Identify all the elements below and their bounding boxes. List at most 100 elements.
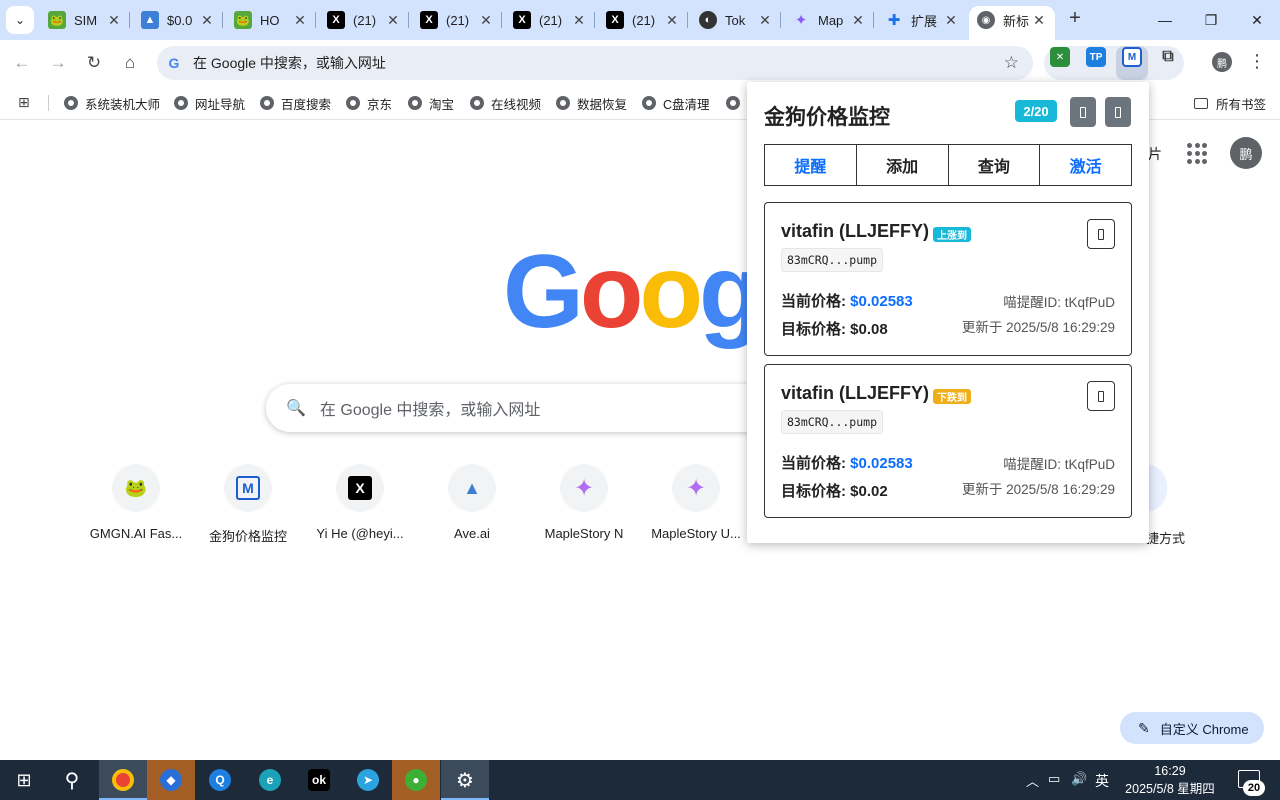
restore-button[interactable]: ❐ [1188,0,1234,40]
current-price-row: 当前价格: $0.02583 [781,290,913,311]
google-apps-icon[interactable] [1187,143,1209,165]
reload-button[interactable]: ↻ [80,49,108,77]
taskbar-app-3[interactable]: ok [295,760,343,800]
sparkle-icon: ✦ [672,464,720,512]
apps-grid-icon[interactable]: ⊞ [18,94,30,111]
ntp-avatar[interactable]: 鹏 [1230,137,1262,169]
network-icon[interactable]: ▭ [1048,771,1060,787]
bookmark-item[interactable]: C盘清理 [642,94,710,112]
bookmark-item[interactable]: 系统装机大师 [64,94,160,112]
tab-ho[interactable]: 🐸 HO ✕ [226,6,316,34]
tab-ave[interactable]: ▲ $0.0 ✕ [133,6,223,34]
shortcut-maplestory-n[interactable]: ✦ MapleStory N [528,464,640,541]
close-icon[interactable]: ✕ [664,12,680,29]
taskbar-app-2[interactable]: Q [196,760,244,800]
taskbar-chrome[interactable] [99,760,147,800]
home-button[interactable]: ⌂ [116,49,144,77]
tab-x-4[interactable]: X (21) ✕ [598,6,688,34]
token-address[interactable]: 83mCRQ...pump [781,248,884,272]
box-icon [1098,390,1104,402]
token-address[interactable]: 83mCRQ...pump [781,410,884,434]
shortcut-gmgn[interactable]: 🐸 GMGN.AI Fas... [80,464,192,541]
close-icon[interactable]: ✕ [943,12,959,29]
shortcut-ave[interactable]: ▲ Ave.ai [416,464,528,541]
tab-query[interactable]: 查询 [947,144,1041,186]
bookmark-item[interactable]: 网址导航 [174,94,245,112]
close-window-button[interactable]: ✕ [1234,0,1280,40]
close-icon[interactable]: ✕ [478,12,494,29]
close-icon[interactable]: ✕ [757,12,773,29]
taskbar-app-1[interactable]: ◆ [147,760,195,800]
forward-button[interactable]: → [44,49,72,77]
alert-card: vitafin (LLJEFFY) 下跌到 83mCRQ...pump 当前价格… [764,364,1132,518]
windows-taskbar: ⊞ ⚲ ◆ Q e ok ➤ ● ⚙ ︿ ▭ 🔊 英 16:29 2025/5/… [0,760,1280,800]
tp-extension-icon[interactable]: TP [1086,47,1106,67]
search-icon: 🔍 [286,400,306,417]
customize-chrome-button[interactable]: ✎ 自定义 Chrome [1120,712,1264,744]
taskbar-wechat[interactable]: ● [392,760,440,800]
close-icon[interactable]: ✕ [106,12,122,29]
ime-indicator[interactable]: 英 [1095,771,1109,791]
delete-alert-button[interactable] [1087,219,1115,249]
bookmark-item[interactable]: 百度搜索 [260,94,331,112]
tab-maple[interactable]: ✦ Map ✕ [784,6,874,34]
tab-sim[interactable]: 🐸 SIM ✕ [40,6,130,34]
header-button-2[interactable] [1105,97,1131,127]
add-shortcut-label: 捷方式 [1146,531,1186,546]
bookmark-item[interactable]: 在线视频 [470,94,541,112]
start-button[interactable]: ⊞ [0,760,48,800]
shortcut-maplestory-u[interactable]: ✦ MapleStory U... [640,464,752,541]
ntp-search-placeholder: 在 Google 中搜索，或输入网址 [319,402,541,419]
chevron-down-icon: ⌄ [14,13,26,27]
chevron-up-icon[interactable]: ︿ [1026,771,1039,790]
close-icon[interactable]: ✕ [385,12,401,29]
shortcut-label: Ave.ai [454,526,490,541]
taskbar-edge[interactable]: e [246,760,294,800]
new-tab-button[interactable]: + [1064,8,1086,30]
bookmark-item[interactable] [726,94,747,112]
tab-add[interactable]: 添加 [855,144,949,186]
menu-dots-icon[interactable]: ⋮ [1248,51,1266,72]
taskbar-telegram[interactable]: ➤ [344,760,392,800]
tab-activate[interactable]: 激活 [1039,144,1132,186]
updated-time: 更新于 2025/5/8 16:29:29 [961,320,1115,335]
bookmark-item[interactable]: 京东 [346,94,392,112]
search-button[interactable]: ⚲ [48,760,96,800]
tab-new-tab[interactable]: ◉ 新标 ✕ [969,6,1055,40]
box-icon [1080,106,1086,118]
address-bar[interactable]: G 在 Google 中搜索，或输入网址 ☆ [157,46,1033,80]
header-button-1[interactable] [1070,97,1096,127]
images-link[interactable]: 片 [1148,144,1162,164]
shortcut-jingou[interactable]: M 金狗价格监控 [192,464,304,545]
tab-x-1[interactable]: X (21) ✕ [319,6,409,34]
volume-icon[interactable]: 🔊 [1071,771,1087,787]
tab-x-2[interactable]: X (21) ✕ [412,6,502,34]
m-extension-icon[interactable]: M [1122,47,1142,67]
bookmark-star-icon[interactable]: ☆ [1004,53,1019,73]
frog-icon: 🐸 [234,11,252,29]
close-icon[interactable]: ✕ [1031,12,1047,29]
bookmark-item[interactable]: 数据恢复 [556,94,627,112]
bookmark-label: 在线视频 [491,97,542,112]
minimize-button[interactable]: — [1142,0,1188,40]
taskbar-settings[interactable]: ⚙ [441,760,489,800]
puzzle-icon[interactable]: ⧉ [1158,47,1178,67]
back-button[interactable]: ← [8,49,36,77]
profile-avatar[interactable]: 鹏 [1212,52,1232,72]
tab-x-3[interactable]: X (21) ✕ [505,6,595,34]
close-icon[interactable]: ✕ [292,12,308,29]
delete-alert-button[interactable] [1087,381,1115,411]
shortcut-yihe[interactable]: X Yi He (@heyi... [304,464,416,541]
gmgn-extension-icon[interactable]: ✕ [1050,47,1070,67]
close-icon[interactable]: ✕ [850,12,866,29]
bookmark-item[interactable]: 淘宝 [408,94,454,112]
system-clock[interactable]: 16:29 2025/5/8 星期四 [1118,762,1222,798]
close-icon[interactable]: ✕ [199,12,215,29]
tab-extensions[interactable]: ✚ 扩展 ✕ [877,6,967,34]
globe-icon [470,96,484,110]
tab-search-button[interactable]: ⌄ [6,6,34,34]
tab-tokens[interactable]: ◐ Tok ✕ [691,6,781,34]
tab-alerts[interactable]: 提醒 [764,144,857,186]
all-bookmarks-button[interactable]: 所有书签 [1194,94,1266,113]
close-icon[interactable]: ✕ [571,12,587,29]
